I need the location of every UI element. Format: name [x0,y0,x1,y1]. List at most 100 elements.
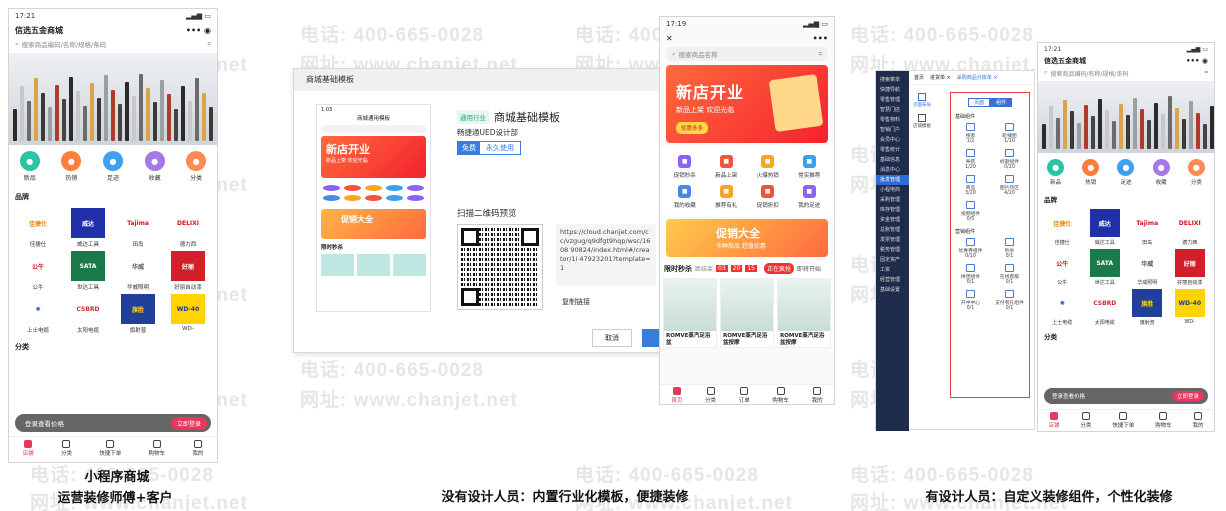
menu-item[interactable]: 税务管理 [876,245,909,255]
editor-tab[interactable]: 进货单 × [930,74,951,81]
tab-item[interactable]: 购物车 [772,387,789,404]
tab-item[interactable]: 购物车 [149,440,165,462]
menu-item[interactable]: 总账管理 [876,225,909,235]
quick-icon-item[interactable]: ● 分类 [1187,159,1205,186]
tab-item[interactable]: 快捷下单 [99,440,121,462]
menu-item[interactable]: 智销门户 [876,125,909,135]
quick-icon-item[interactable]: ● 分类 [186,151,207,182]
scan-icon[interactable]: ⌗ [207,40,211,49]
feature-icon-item[interactable]: ■ 新品上架 [706,155,748,179]
product-card[interactable]: ROMVE蒸汽足浴盆按摩 [720,278,774,348]
tab-item[interactable]: 我的 [1193,412,1204,431]
menu-item[interactable]: 零售统计 [876,145,909,155]
component-item[interactable]: 在线客服 0/1 [990,264,1029,285]
preview-url[interactable]: https://cloud.chanjet.com/cc/vzgug/q9dfg… [556,224,656,286]
quick-icon-item[interactable]: ● 足迹 [102,151,123,182]
layout-icon[interactable] [918,93,926,101]
component-item[interactable]: 导航 1/20 [951,149,990,170]
more-icon[interactable]: ••• [813,34,828,43]
brand-item[interactable]: DELIXI 德力西 [163,208,213,248]
menu-item[interactable]: 智慧门店 [876,105,909,115]
brand-item[interactable]: 佳捷仕 佳捷仕 [13,208,63,248]
menu-item[interactable]: 快捷导航 [876,85,909,95]
brand-item[interactable]: 华威 华威照明 [113,251,163,291]
brand-item[interactable]: CSBRD 太阳电缆 [63,294,113,334]
tab-item[interactable]: 分类 [1080,412,1091,431]
brand-item[interactable]: SATA 世达工具 [63,251,113,291]
brand-item[interactable]: WD-40 WD- [1169,289,1212,326]
brand-item[interactable]: CSBRD 太阳电缆 [1084,289,1127,326]
component-item[interactable]: 图片热区 4/20 [990,175,1029,196]
tab-page[interactable]: 页面 [968,98,990,107]
flash-tab-ongoing[interactable]: 正在疯抢 [763,263,794,274]
component-item[interactable]: 标题组件 0/20 [990,149,1029,170]
free-tab[interactable]: 免费 [458,142,480,154]
tab-item[interactable]: 快捷下单 [1112,412,1134,431]
product-card[interactable]: ROMVE蒸汽足浴盆按摩 [777,278,831,348]
menu-item[interactable]: 零售管理 [876,95,909,105]
menu-item[interactable]: 发票管理 [876,235,909,245]
tab-item[interactable]: 分类 [705,387,716,404]
feature-icon-item[interactable]: ■ 促销秒杀 [664,155,706,179]
tab-item[interactable]: 我的 [192,440,203,462]
menu-item[interactable]: 经营管理 [876,275,909,285]
permanent-tab[interactable]: 永久使用 [480,142,520,154]
menu-item[interactable]: 工资 [876,265,909,275]
brand-item[interactable]: 华威 华威照明 [1126,249,1169,286]
brand-item[interactable]: 公牛 公牛 [13,251,63,291]
menu-item[interactable]: 固定资产 [876,255,909,265]
component-item[interactable]: 商品 3/20 [951,175,990,196]
component-item[interactable]: 轮播图 1/10 [990,123,1029,144]
tab-item[interactable]: 店铺 [23,440,34,462]
tab-item[interactable]: 首页 [671,387,682,404]
search-bar[interactable]: ⌕ 搜索商品名称 ⌗ [666,47,828,61]
tab-item[interactable]: 我的 [812,387,823,404]
login-button[interactable]: 立即登录 [170,416,207,430]
layout-label[interactable]: 页面布局 [911,102,933,108]
editor-tab[interactable]: 采购商品分拣单 × [957,74,998,81]
brand-item[interactable]: ✺ 上士电缆 [13,294,63,334]
editor-tab[interactable]: 首页 [914,74,924,81]
menu-item[interactable]: 批发管理 [876,175,909,185]
banner[interactable] [1038,81,1214,153]
brand-item[interactable]: DELIXI 德力西 [1169,209,1212,246]
brand-item[interactable]: 威达 威达工具 [63,208,113,248]
quick-icon-item[interactable]: ● 热销 [1082,159,1100,186]
product-card[interactable]: ROMVE蒸汽足浴盆 [663,278,717,348]
feature-icon-item[interactable]: ■ 推荐有礼 [706,185,748,209]
menu-item[interactable]: 小程电商 [876,185,909,195]
flash-tab-upcoming[interactable]: 即将开始 [797,264,821,273]
feature-icon-item[interactable]: ■ 我的足迹 [789,185,831,209]
quick-icon-item[interactable]: ● 新品 [1047,159,1065,186]
component-item[interactable]: 视频组件 0/5 [951,201,990,222]
search-input[interactable]: 搜索商品编码/名称/规格/条码 [1050,69,1128,78]
search-input[interactable]: 搜索商品编码/名称/规格/条码 [22,39,107,49]
menu-item[interactable]: 基础信息 [876,155,909,165]
feature-icon-item[interactable]: ■ 常买推荐 [789,155,831,179]
component-item[interactable]: 搜索 1/2 [951,123,990,144]
brand-item[interactable]: ✺ 上士电缆 [1041,289,1084,326]
template-label[interactable]: 店铺模板 [911,123,933,129]
menu-icon[interactable]: ••• ◉ [186,26,211,35]
quick-icon-item[interactable]: ● 热销 [61,151,82,182]
component-item[interactable]: 优惠券组件 0/10 [951,238,990,259]
banner-button[interactable]: 优惠多多 [676,122,709,134]
menu-item[interactable]: 资金管理 [876,215,909,225]
component-item[interactable]: 拼团组件 0/1 [951,264,990,285]
tab-item[interactable]: 购物车 [1155,412,1172,431]
search-bar[interactable]: ⌕ 搜索商品编码/名称/规格/条码 ⌗ [9,37,217,51]
feature-icon-item[interactable]: ■ 火爆热销 [747,155,789,179]
feature-icon-item[interactable]: ■ 促销折扣 [747,185,789,209]
search-input[interactable]: 搜索商品名称 [679,49,718,59]
brand-item[interactable]: Tajima 田岛 [1126,209,1169,246]
brand-item[interactable]: 佳捷仕 佳捷仕 [1041,209,1084,246]
cancel-button[interactable]: 取消 [592,329,632,347]
brand-item[interactable]: 旗胜 旗射普 [1126,289,1169,326]
store-banner[interactable]: 新店开业 新品上架 欢迎光临 优惠多多 [666,65,828,143]
search-bar[interactable]: ⌕ 搜索商品编码/名称/规格/条码 ⌗ [1038,67,1214,79]
brand-item[interactable]: 公牛 公牛 [1041,249,1084,286]
template-icon[interactable] [918,114,926,122]
quick-icon-item[interactable]: ● 足迹 [1117,159,1135,186]
menu-item[interactable]: 库存管理 [876,205,909,215]
brand-item[interactable]: Tajima 田岛 [113,208,163,248]
